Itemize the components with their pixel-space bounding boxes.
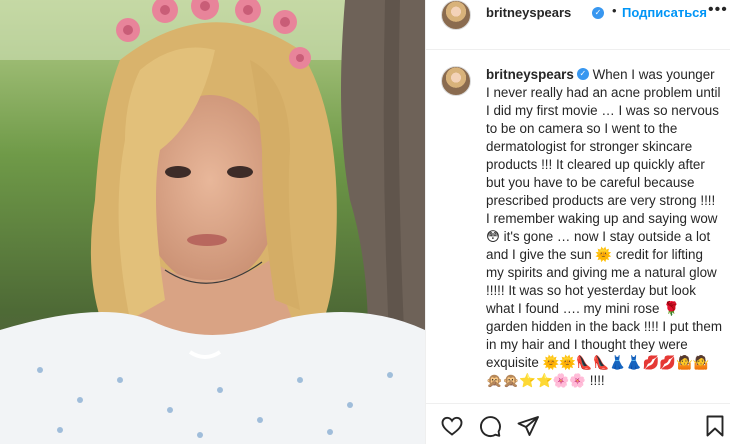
caption-avatar[interactable] [441, 66, 471, 96]
more-options-icon[interactable]: ••• [708, 1, 728, 19]
caption-username[interactable]: britneyspears [486, 67, 574, 82]
author-avatar[interactable] [441, 0, 471, 30]
header-separator: • [612, 3, 617, 18]
comment-icon[interactable] [478, 414, 502, 438]
like-icon[interactable] [440, 414, 464, 438]
action-bar [426, 403, 730, 444]
verified-badge-icon: ✓ [592, 7, 604, 19]
save-icon[interactable] [703, 414, 727, 438]
caption-verified-badge-icon: ✓ [576, 68, 589, 81]
follow-button[interactable]: Подписаться [622, 5, 707, 20]
author-username[interactable]: britneyspears [486, 5, 571, 20]
post-photo-art [0, 0, 425, 444]
post-header: britneyspears ✓ • Подписаться ••• [426, 0, 730, 50]
share-icon[interactable] [516, 414, 540, 438]
post-sidebar: britneyspears ✓ • Подписаться ••• britne… [425, 0, 730, 444]
caption-body: When I was younger I never really had an… [486, 67, 722, 388]
caption-text: britneyspears ✓ When I was younger I neve… [486, 66, 722, 390]
post-photo[interactable] [0, 0, 425, 444]
